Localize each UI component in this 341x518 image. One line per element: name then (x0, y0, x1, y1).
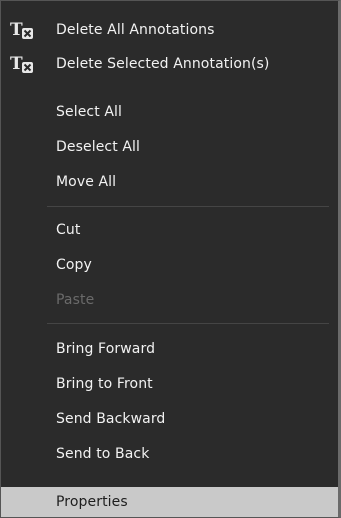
menu-item-copy[interactable]: Copy (1, 248, 338, 282)
svg-text:T: T (10, 54, 23, 74)
menu-item-label: Delete Selected Annotation(s) (56, 56, 270, 72)
menu-item-label: Move All (56, 174, 117, 190)
menu-item-paste: Paste (1, 283, 338, 317)
menu-item-label: Copy (56, 257, 92, 273)
menu-item-label: Properties (56, 494, 128, 510)
menu-item-delete-all-annotations[interactable]: T Delete All Annotations (1, 13, 338, 47)
menu-item-label: Cut (56, 222, 81, 238)
context-menu: T Delete All Annotations T Delete Select… (0, 0, 341, 518)
menu-item-select-all[interactable]: Select All (1, 95, 338, 129)
menu-item-label: Delete All Annotations (56, 22, 215, 38)
menu-item-label: Select All (56, 104, 122, 120)
menu-item-bring-forward[interactable]: Bring Forward (1, 332, 338, 366)
menu-item-label: Deselect All (56, 139, 140, 155)
menu-item-send-backward[interactable]: Send Backward (1, 402, 338, 436)
menu-item-label: Send Backward (56, 411, 166, 427)
svg-text:T: T (10, 20, 23, 40)
menu-item-label: Bring Forward (56, 341, 156, 357)
menu-item-send-to-back[interactable]: Send to Back (1, 437, 338, 471)
menu-item-delete-selected-annotations[interactable]: T Delete Selected Annotation(s) (1, 47, 338, 81)
menu-separator (47, 206, 329, 207)
menu-item-cut[interactable]: Cut (1, 213, 338, 247)
menu-item-label: Paste (56, 292, 95, 308)
delete-annotations-icon: T (9, 52, 37, 76)
menu-item-label: Bring to Front (56, 376, 153, 392)
menu-item-move-all[interactable]: Move All (1, 165, 338, 199)
menu-separator (47, 323, 329, 324)
menu-item-label: Send to Back (56, 446, 150, 462)
delete-annotations-icon: T (9, 18, 37, 42)
menu-item-bring-to-front[interactable]: Bring to Front (1, 367, 338, 401)
menu-item-deselect-all[interactable]: Deselect All (1, 130, 338, 164)
menu-item-properties[interactable]: Properties (1, 487, 338, 517)
